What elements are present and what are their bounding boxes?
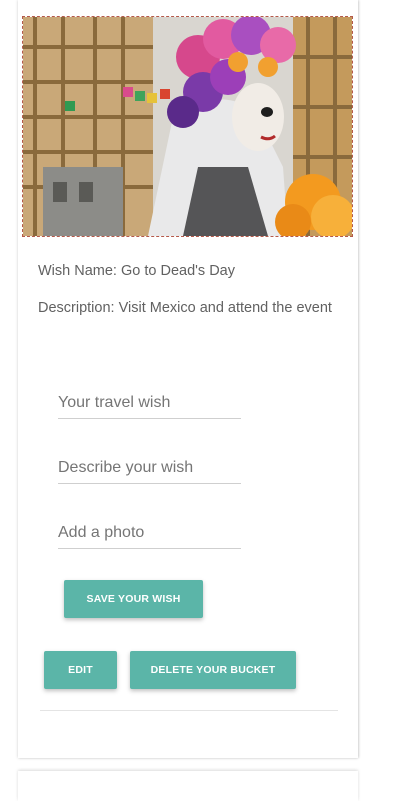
save-wish-button[interactable]: SAVE YOUR WISH bbox=[64, 580, 203, 618]
wish-card: Wish Name: Go to Dead's Day Description:… bbox=[18, 0, 358, 758]
add-photo-input[interactable] bbox=[58, 518, 241, 549]
next-wish-card bbox=[18, 771, 358, 801]
wish-photo bbox=[22, 16, 353, 237]
edit-button[interactable]: EDIT bbox=[44, 651, 117, 689]
wish-description-text: Description: Visit Mexico and attend the… bbox=[38, 300, 332, 316]
divider bbox=[40, 710, 338, 711]
travel-wish-input[interactable] bbox=[58, 388, 241, 419]
wish-name-text: Wish Name: Go to Dead's Day bbox=[38, 263, 235, 279]
describe-wish-input[interactable] bbox=[58, 453, 241, 484]
delete-bucket-button[interactable]: DELETE YOUR BUCKET bbox=[130, 651, 296, 689]
